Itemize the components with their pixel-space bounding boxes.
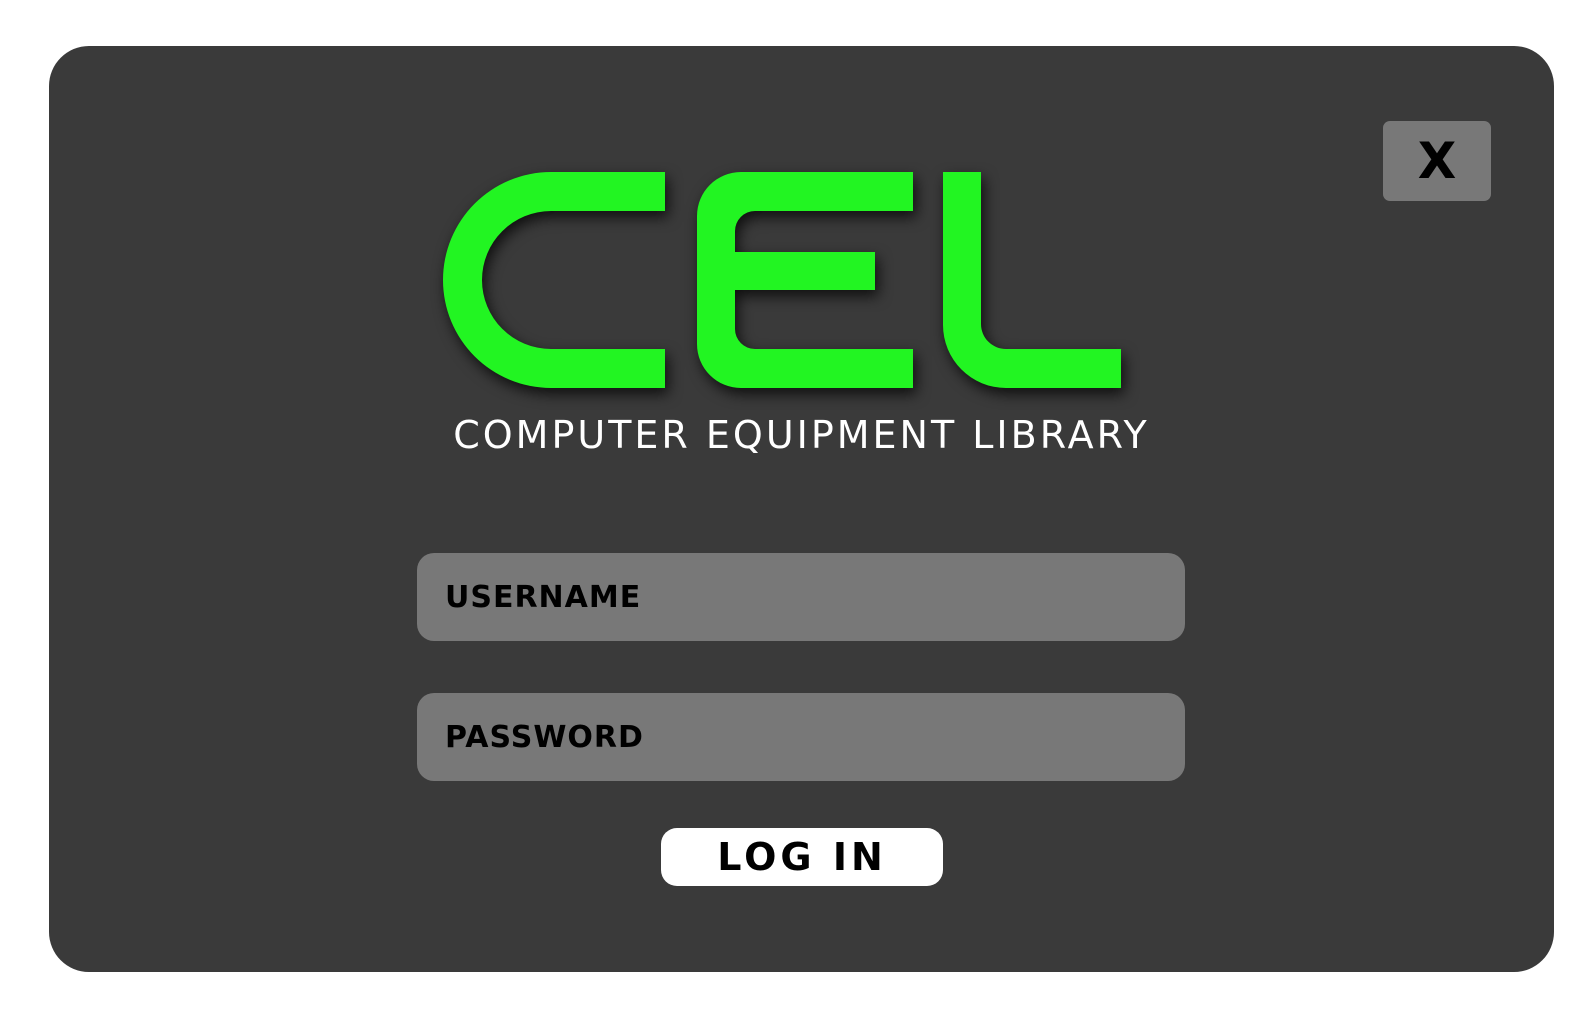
username-field[interactable] <box>417 553 1185 641</box>
password-field[interactable] <box>417 693 1185 781</box>
username-input[interactable] <box>417 553 1185 641</box>
close-icon: X <box>1417 132 1457 190</box>
app-tagline: COMPUTER EQUIPMENT LIBRARY <box>453 413 1150 457</box>
close-button[interactable]: X <box>1383 121 1491 201</box>
cel-logo <box>443 166 1163 406</box>
password-input[interactable] <box>417 693 1185 781</box>
login-button[interactable]: LOG IN <box>661 828 943 886</box>
login-window: X COMPUTER EQUIPMENT LIBRARY LOG IN <box>49 46 1554 972</box>
login-button-label: LOG IN <box>717 835 887 879</box>
